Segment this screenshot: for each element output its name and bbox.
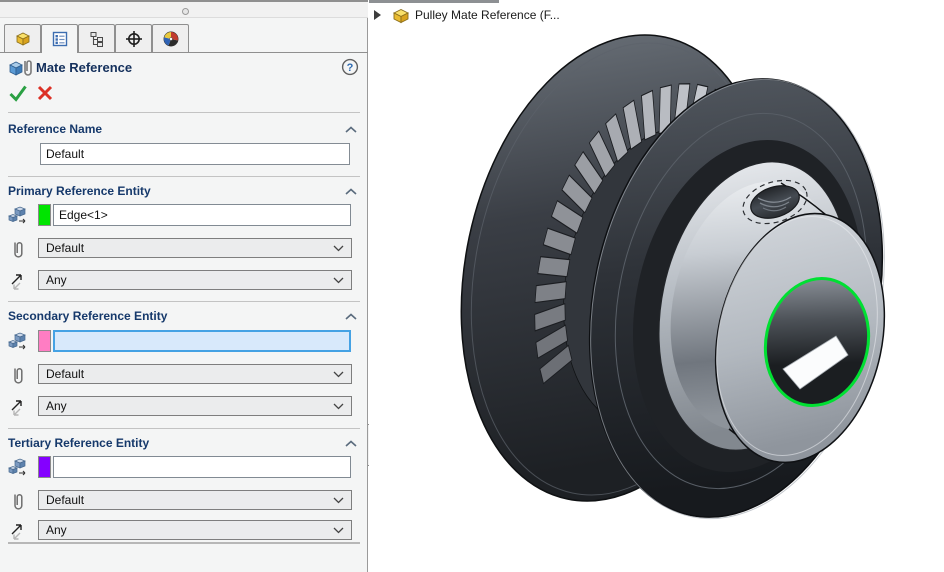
secondary-selection-swatch	[38, 330, 51, 352]
divider	[8, 176, 360, 177]
paperclip-icon	[7, 365, 29, 387]
divider	[8, 542, 360, 544]
tertiary-type-value: Default	[46, 493, 84, 507]
primary-type-value: Default	[46, 241, 84, 255]
chevron-down-icon	[333, 399, 344, 413]
secondary-type-value: Default	[46, 367, 84, 381]
chevron-down-icon	[333, 493, 344, 507]
alignment-arrows-icon	[7, 271, 29, 293]
tab-propertymanager[interactable]	[41, 24, 78, 53]
svg-text:?: ?	[347, 62, 354, 74]
reference-entity-icon	[7, 330, 29, 352]
propertymanager-icon	[51, 30, 69, 48]
section-label-tertiary: Tertiary Reference Entity	[8, 436, 149, 450]
section-label-reference-name: Reference Name	[8, 122, 102, 136]
chevron-down-icon	[333, 523, 344, 537]
manager-tab-bar	[0, 24, 368, 53]
tab-featuremanager[interactable]	[4, 24, 41, 52]
pulley-3d-model[interactable]	[369, 0, 944, 572]
cancel-button[interactable]	[36, 84, 54, 102]
featuremanager-tree-icon	[14, 30, 32, 48]
paperclip-icon	[7, 239, 29, 261]
collapse-chevron-icon[interactable]	[344, 186, 360, 198]
secondary-alignment-value: Any	[46, 399, 67, 413]
secondary-selection-box[interactable]	[53, 330, 351, 352]
tertiary-alignment-value: Any	[46, 523, 67, 537]
tertiary-selection-box[interactable]	[53, 456, 351, 478]
primary-type-dropdown[interactable]: Default	[38, 238, 352, 258]
solidworks-window: { "property_manager": { "tabs": [ {"icon…	[0, 0, 944, 572]
tab-dimxpertmanager[interactable]	[115, 24, 152, 52]
displaymanager-icon	[162, 30, 180, 48]
primary-alignment-dropdown[interactable]: Any	[38, 270, 352, 290]
chevron-down-icon	[333, 273, 344, 287]
propertymanager-panel: Mate Reference ? Reference Name Primary …	[0, 0, 368, 572]
section-label-secondary: Secondary Reference Entity	[8, 309, 167, 323]
tertiary-alignment-dropdown[interactable]: Any	[38, 520, 352, 540]
panel-title: Mate Reference	[36, 60, 132, 75]
chevron-down-icon	[333, 241, 344, 255]
flyout-feature-tree: Pulley Mate Reference (F...	[372, 5, 560, 25]
tertiary-selection-swatch	[38, 456, 51, 478]
reference-entity-icon	[7, 204, 29, 226]
tertiary-type-dropdown[interactable]: Default	[38, 490, 352, 510]
divider	[8, 112, 360, 113]
part-icon[interactable]	[390, 6, 410, 24]
reference-name-input[interactable]	[40, 143, 350, 165]
help-button[interactable]: ?	[341, 58, 359, 76]
collapse-chevron-icon[interactable]	[344, 438, 360, 450]
section-label-primary: Primary Reference Entity	[8, 184, 151, 198]
primary-selection-swatch	[38, 204, 51, 226]
primary-alignment-value: Any	[46, 273, 67, 287]
dimxpertmanager-icon	[125, 30, 143, 48]
tree-expand-arrow-icon[interactable]	[372, 9, 382, 21]
reference-entity-icon	[7, 456, 29, 478]
alignment-arrows-icon	[7, 521, 29, 543]
secondary-alignment-dropdown[interactable]: Any	[38, 396, 352, 416]
panel-splitter-bar[interactable]	[0, 0, 368, 18]
secondary-type-dropdown[interactable]: Default	[38, 364, 352, 384]
configurationmanager-icon	[88, 30, 106, 48]
tree-item-label[interactable]: Pulley Mate Reference (F...	[415, 8, 560, 22]
graphics-viewport[interactable]: Pulley Mate Reference (F...	[369, 0, 944, 572]
chevron-down-icon	[333, 367, 344, 381]
paperclip-icon	[7, 491, 29, 513]
divider	[8, 301, 360, 302]
tab-configurationmanager[interactable]	[78, 24, 115, 52]
ok-button[interactable]	[8, 83, 28, 103]
collapse-chevron-icon[interactable]	[344, 124, 360, 136]
tab-displaymanager[interactable]	[152, 24, 189, 52]
primary-selection-box[interactable]: Edge<1>	[53, 204, 351, 226]
mate-reference-icon	[7, 57, 33, 82]
divider	[8, 428, 360, 429]
alignment-arrows-icon	[7, 397, 29, 419]
collapse-chevron-icon[interactable]	[344, 311, 360, 323]
splitter-grip-icon[interactable]	[182, 8, 189, 15]
